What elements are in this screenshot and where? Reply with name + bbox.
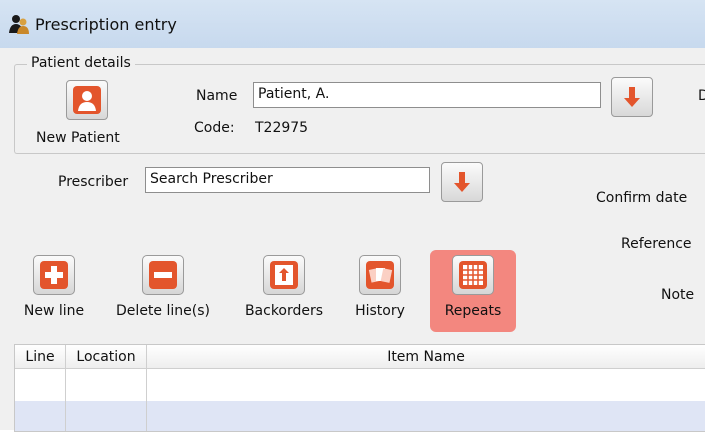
column-divider: [65, 369, 66, 431]
repeats-label: Repeats: [444, 303, 502, 319]
delete-lines-button[interactable]: Delete line(s): [106, 255, 220, 319]
patient-lookup-button[interactable]: [611, 77, 653, 117]
arrow-down-icon: [454, 172, 470, 192]
new-patient-label: New Patient: [36, 130, 120, 146]
patient-code-value: T22975: [255, 120, 309, 136]
column-divider: [146, 369, 147, 431]
delete-lines-label: Delete line(s): [116, 303, 210, 319]
new-line-label: New line: [23, 303, 85, 319]
people-icon: [9, 15, 29, 34]
person-icon: [73, 86, 101, 114]
patient-name-field[interactable]: Patient, A.: [253, 82, 601, 108]
new-line-button[interactable]: New line: [14, 255, 94, 319]
repeats-grid-icon: [452, 255, 494, 295]
window-title: Prescription entry: [35, 14, 177, 34]
prescriber-lookup-button[interactable]: [441, 162, 483, 202]
prescription-lines-table[interactable]: Line Location Item Name: [14, 344, 705, 432]
add-icon: [33, 255, 75, 295]
repeats-button[interactable]: Repeats: [430, 255, 516, 319]
note-label: Note: [661, 287, 695, 303]
column-header-item-name[interactable]: Item Name: [147, 345, 705, 369]
new-patient-button[interactable]: [66, 80, 108, 120]
backorders-button[interactable]: Backorders: [236, 255, 332, 319]
table-row[interactable]: [15, 401, 705, 431]
reference-label: Reference: [621, 236, 692, 252]
column-header-line[interactable]: Line: [15, 345, 66, 369]
remove-icon: [142, 255, 184, 295]
column-header-location[interactable]: Location: [66, 345, 147, 369]
arrow-down-icon: [624, 87, 640, 107]
patient-details-legend: Patient details: [27, 55, 135, 71]
prescriber-search-field[interactable]: Search Prescriber: [145, 167, 430, 193]
backorders-icon: [263, 255, 305, 295]
backorders-label: Backorders: [244, 303, 324, 319]
title-bar: Prescription entry: [0, 0, 705, 49]
history-label: History: [355, 303, 405, 319]
history-button[interactable]: History: [346, 255, 414, 319]
code-label: Code:: [194, 120, 235, 136]
truncated-label: D: [698, 88, 705, 104]
history-icon: [359, 255, 401, 295]
confirm-date-label: Confirm date: [596, 190, 688, 206]
prescriber-label: Prescriber: [58, 174, 129, 190]
name-label: Name: [196, 88, 238, 104]
prescription-entry-window: Patient details New Patient Name Patient…: [0, 48, 705, 432]
table-row[interactable]: [15, 371, 705, 399]
